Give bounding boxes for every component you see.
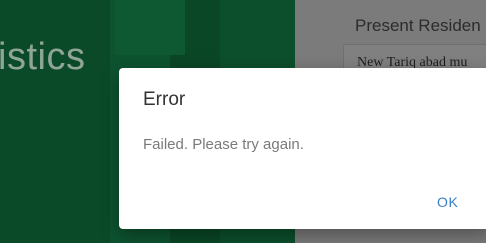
ok-button[interactable]: OK [429,188,466,216]
banner-title: istics [0,36,86,78]
error-dialog: Error Failed. Please try again. OK [119,68,486,229]
dialog-message: Failed. Please try again. [143,136,304,153]
panel-heading: Present Residen [355,16,481,35]
app-screen: istics Present Residen New Tariq abad mu… [0,0,486,243]
dialog-title: Error [143,89,186,110]
banner-block [115,0,185,55]
